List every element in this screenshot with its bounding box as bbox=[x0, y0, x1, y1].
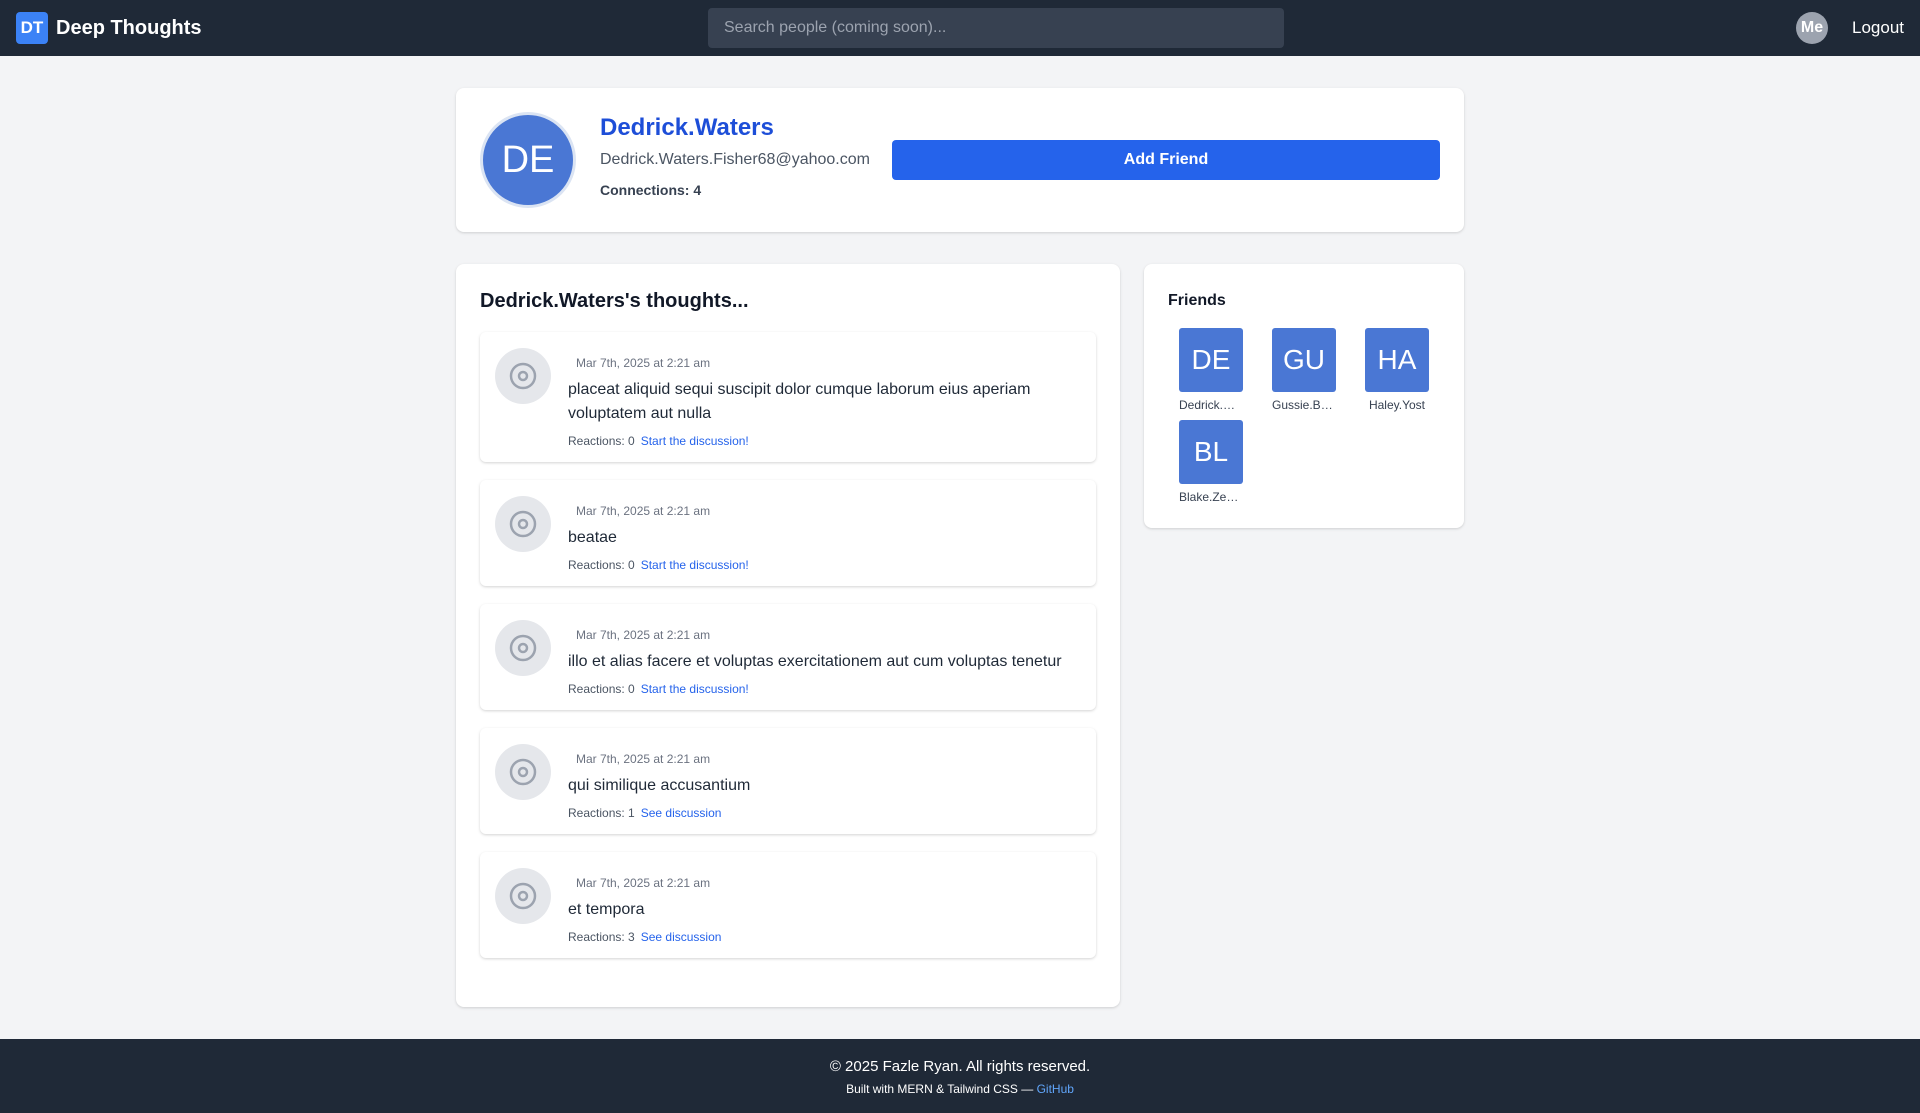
thought-date: Mar 7th, 2025 at 2:21 am bbox=[576, 356, 711, 370]
brand[interactable]: DT Deep Thoughts bbox=[16, 12, 202, 44]
footer-built-text: Built with MERN & Tailwind CSS — bbox=[846, 1082, 1037, 1096]
friend-name: Blake.Zem... bbox=[1179, 490, 1243, 504]
thought-text: illo et alias facere et voluptas exercit… bbox=[568, 653, 1062, 670]
thoughts-title: Dedrick.Waters's thoughts... bbox=[480, 290, 749, 312]
thought-date: Mar 7th, 2025 at 2:21 am bbox=[576, 504, 711, 518]
thought-text: placeat aliquid sequi suscipit dolor cum… bbox=[568, 381, 1031, 422]
profile-name: Dedrick.Waters bbox=[600, 114, 774, 141]
thought-reactions: Reactions: 3 bbox=[568, 930, 635, 944]
thought-reactions: Reactions: 0 bbox=[568, 682, 635, 696]
target-icon bbox=[495, 496, 551, 552]
thought-text: beatae bbox=[568, 529, 617, 546]
brand-logo[interactable]: DT bbox=[16, 12, 48, 44]
thought-date: Mar 7th, 2025 at 2:21 am bbox=[576, 876, 711, 890]
friend-item[interactable]: HA Haley.Yost bbox=[1365, 328, 1429, 412]
friend-item[interactable]: GU Gussie.Be... bbox=[1272, 328, 1336, 412]
target-icon bbox=[495, 620, 551, 676]
github-link[interactable]: GitHub bbox=[1037, 1082, 1074, 1096]
profile-card: DE Dedrick.Waters Dedrick.Waters.Fisher6… bbox=[456, 88, 1464, 232]
friend-name: Haley.Yost bbox=[1368, 398, 1426, 412]
friend-avatar: HA bbox=[1365, 328, 1429, 392]
thoughts-card: Dedrick.Waters's thoughts... Mar 7th, 20… bbox=[456, 264, 1120, 1007]
thought-item: Mar 7th, 2025 at 2:21 am illo et alias f… bbox=[480, 604, 1096, 710]
thought-date: Mar 7th, 2025 at 2:21 am bbox=[576, 628, 711, 642]
thought-meta: Reactions: 0 Start the discussion! bbox=[568, 434, 749, 448]
thought-meta: Reactions: 0 Start the discussion! bbox=[568, 558, 749, 572]
friend-avatar: GU bbox=[1272, 328, 1336, 392]
target-icon bbox=[495, 744, 551, 800]
footer-built-with: Built with MERN & Tailwind CSS — GitHub bbox=[0, 1082, 1920, 1096]
discussion-link[interactable]: See discussion bbox=[641, 806, 722, 820]
thought-meta: Reactions: 0 Start the discussion! bbox=[568, 682, 749, 696]
thought-item: Mar 7th, 2025 at 2:21 am et tempora Reac… bbox=[480, 852, 1096, 958]
brand-name[interactable]: Deep Thoughts bbox=[56, 17, 202, 40]
friend-name: Dedrick.W... bbox=[1179, 398, 1243, 412]
friend-item[interactable]: DE Dedrick.W... bbox=[1179, 328, 1243, 412]
logout-button[interactable]: Logout bbox=[1852, 18, 1904, 38]
search-input[interactable] bbox=[708, 8, 1284, 48]
footer: © 2025 Fazle Ryan. All rights reserved. … bbox=[0, 1039, 1920, 1113]
discussion-link[interactable]: Start the discussion! bbox=[641, 434, 749, 448]
discussion-link[interactable]: Start the discussion! bbox=[641, 682, 749, 696]
thought-meta: Reactions: 1 See discussion bbox=[568, 806, 721, 820]
thought-text: et tempora bbox=[568, 901, 645, 918]
discussion-link[interactable]: See discussion bbox=[641, 930, 722, 944]
thought-reactions: Reactions: 1 bbox=[568, 806, 635, 820]
thought-reactions: Reactions: 0 bbox=[568, 558, 635, 572]
profile-avatar: DE bbox=[480, 112, 576, 208]
navbar: DT Deep Thoughts Me Logout bbox=[0, 0, 1920, 56]
friend-avatar: DE bbox=[1179, 328, 1243, 392]
discussion-link[interactable]: Start the discussion! bbox=[641, 558, 749, 572]
friends-title: Friends bbox=[1168, 292, 1226, 309]
thought-item: Mar 7th, 2025 at 2:21 am beatae Reaction… bbox=[480, 480, 1096, 586]
thought-reactions: Reactions: 0 bbox=[568, 434, 635, 448]
thought-date: Mar 7th, 2025 at 2:21 am bbox=[576, 752, 711, 766]
thought-item: Mar 7th, 2025 at 2:21 am placeat aliquid… bbox=[480, 332, 1096, 462]
thought-item: Mar 7th, 2025 at 2:21 am qui similique a… bbox=[480, 728, 1096, 834]
nav-right: Me Logout bbox=[1796, 12, 1904, 44]
friend-name: Gussie.Be... bbox=[1272, 398, 1336, 412]
friends-card: Friends DE Dedrick.W... GU Gussie.Be... … bbox=[1144, 264, 1464, 528]
user-avatar[interactable]: Me bbox=[1796, 12, 1828, 44]
target-icon bbox=[495, 348, 551, 404]
footer-copyright: © 2025 Fazle Ryan. All rights reserved. bbox=[829, 1058, 1091, 1075]
thought-text: qui similique accusantium bbox=[568, 777, 751, 794]
thought-meta: Reactions: 3 See discussion bbox=[568, 930, 721, 944]
friend-item[interactable]: BL Blake.Zem... bbox=[1179, 420, 1243, 504]
profile-email: Dedrick.Waters.Fisher68@yahoo.com bbox=[600, 151, 870, 168]
add-friend-button[interactable]: Add Friend bbox=[892, 140, 1440, 180]
profile-connections: Connections: 4 bbox=[600, 182, 702, 198]
friend-avatar: BL bbox=[1179, 420, 1243, 484]
target-icon bbox=[495, 868, 551, 924]
